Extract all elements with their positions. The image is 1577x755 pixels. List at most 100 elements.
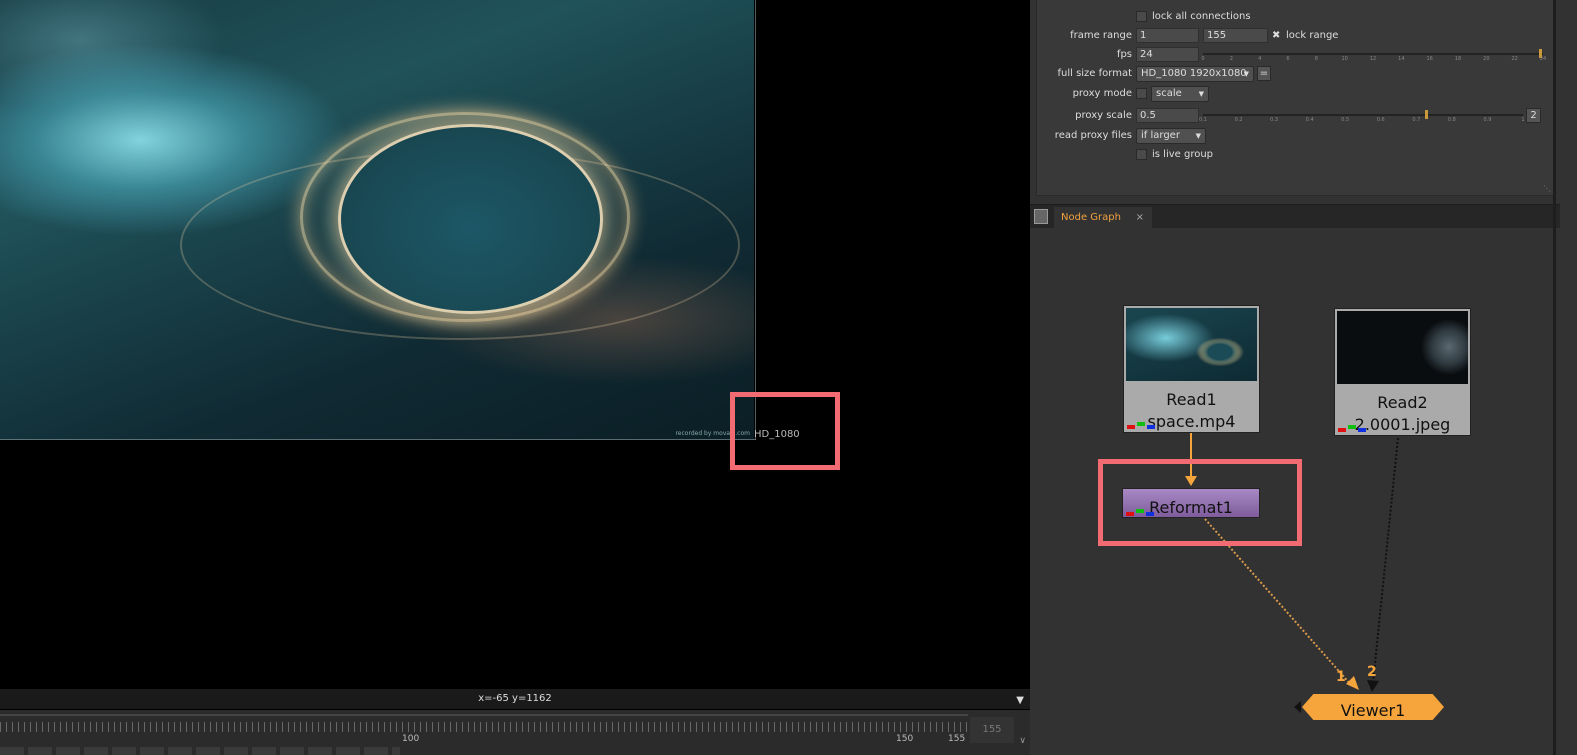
node-read2[interactable]: Read2 2.0001.jpeg: [1334, 308, 1471, 436]
chevron-down-icon: ▼: [1198, 90, 1204, 98]
slider-tick-label: 0.2: [1234, 117, 1243, 123]
row-lock-all-connections: lock all connections: [1037, 8, 1555, 26]
slider-tick-label: 1: [1521, 117, 1525, 123]
slider-tick-label: 0: [1201, 56, 1205, 62]
node-graph-canvas[interactable]: Read1 space.mp4 Read2 2.0001.jpeg Reform…: [1030, 228, 1560, 755]
close-icon[interactable]: ×: [1136, 207, 1144, 229]
chevron-down-icon: ▼: [1195, 132, 1201, 140]
row-read-proxy-files: read proxy files if larger ▼: [1037, 127, 1555, 145]
node-viewer1[interactable]: Viewer1: [1294, 694, 1444, 720]
proxy-mode-checkbox[interactable]: [1136, 88, 1147, 99]
slider-tick-label: 20: [1483, 56, 1490, 62]
channel-green-icon: [1348, 425, 1356, 429]
slider-tick-label: 10: [1341, 56, 1348, 62]
fps-slider[interactable]: [1203, 53, 1543, 55]
viewer-panel[interactable]: recorded by movavi.com HD_1080 x=-65 y=1…: [0, 0, 1030, 755]
channel-red-icon: [1127, 425, 1135, 429]
slider-tick-label: 6: [1286, 56, 1290, 62]
slider-tick-label: 4: [1258, 56, 1262, 62]
fps-input[interactable]: 24: [1136, 47, 1199, 62]
tab-node-graph[interactable]: Node Graph ×: [1054, 207, 1152, 229]
frame-range-end-input[interactable]: 155: [1203, 28, 1268, 43]
slider-tick-label: 0.9: [1483, 117, 1492, 123]
read-proxy-files-label: read proxy files: [1054, 130, 1132, 141]
cursor-coords: x=-65 y=1162: [478, 693, 552, 704]
tab-node-graph-label: Node Graph: [1061, 212, 1121, 223]
right-panel-scrollbar[interactable]: [1553, 0, 1556, 755]
slider-tick-label: 0.6: [1376, 117, 1385, 123]
pane-menu-icon[interactable]: [1034, 209, 1048, 224]
full-size-format-label: full size format: [1057, 68, 1132, 79]
channel-red-icon: [1338, 428, 1346, 432]
fps-label: fps: [1116, 49, 1132, 60]
timeline-label-100: 100: [402, 734, 420, 744]
highlight-box-format: [730, 392, 840, 470]
right-panel: lock all connections frame range 1 155 ✖…: [1030, 0, 1577, 755]
slider-tick-label: 8: [1314, 56, 1318, 62]
lock-range-icon[interactable]: ✖: [1272, 27, 1280, 45]
viewer-menu-arrow-icon[interactable]: ▼: [1016, 691, 1024, 711]
full-size-format-dropdown[interactable]: HD_1080 1920x1080 ▼: [1136, 66, 1254, 82]
read1-thumbnail: [1126, 308, 1257, 381]
slider-tick-label: 14: [1398, 56, 1405, 62]
timeline-label-150: 150: [896, 734, 914, 744]
proxy-scale-slider-handle[interactable]: [1425, 110, 1428, 119]
full-size-format-value: HD_1080 1920x1080: [1141, 68, 1247, 79]
read2-name: Read2: [1377, 393, 1428, 412]
planet: [338, 124, 603, 314]
row-is-live-group: is live group: [1037, 146, 1555, 164]
edge-arrowhead-viewer1-input2: [1367, 680, 1379, 692]
chevron-down-icon: ▼: [1243, 70, 1249, 78]
slider-tick-label: 0.8: [1447, 117, 1456, 123]
slider-tick-label: 0.4: [1305, 117, 1314, 123]
slider-tick-label: 2: [1229, 56, 1233, 62]
read2-thumbnail: [1337, 311, 1468, 384]
timeline[interactable]: 100 150 155 155 ∨: [0, 710, 1030, 755]
channel-blue-icon: [1358, 428, 1366, 432]
format-boundary-bottom: [0, 439, 756, 440]
slider-tick-label: 24: [1539, 56, 1547, 62]
timeline-expand-icon[interactable]: ∨: [1019, 736, 1026, 746]
node-graph-tabbar: Node Graph ×: [1030, 204, 1560, 229]
read1-name: Read1: [1166, 390, 1217, 409]
slider-tick-label: 12: [1369, 56, 1377, 62]
timeline-ticks: [0, 722, 968, 732]
read-proxy-files-value: if larger: [1141, 130, 1180, 141]
timeline-label-155: 155: [948, 734, 966, 744]
edge-arrowhead-viewer1-input1: [1346, 676, 1359, 690]
row-proxy-scale: proxy scale 0.5 0.1 0.2 0.3 0.4 0.5 0.6 0.7 0.8…: [1037, 107, 1555, 125]
proxy-scale-slider[interactable]: [1203, 114, 1523, 116]
lock-all-connections-label: lock all connections: [1152, 11, 1251, 22]
proxy-mode-value: scale: [1156, 88, 1182, 99]
proxy-scale-input[interactable]: 0.5: [1136, 108, 1199, 123]
format-edit-button[interactable]: =: [1257, 66, 1271, 81]
resize-grip-icon[interactable]: ⋱: [1543, 184, 1551, 193]
timeline-controls[interactable]: [0, 747, 400, 755]
slider-tick-label: 0.7: [1412, 117, 1421, 123]
proxy-mode-dropdown[interactable]: scale ▼: [1151, 86, 1209, 102]
timeline-end-frame[interactable]: 155: [970, 717, 1014, 743]
slider-tick-label: 16: [1426, 56, 1433, 62]
is-live-group-label: is live group: [1152, 149, 1214, 160]
node-read1[interactable]: Read1 space.mp4: [1123, 305, 1260, 433]
format-boundary-right: [755, 0, 756, 440]
row-frame-range: frame range 1 155 ✖ lock range: [1037, 27, 1555, 45]
viewer1-input2-label: 2: [1367, 664, 1377, 680]
lock-range-label: lock range: [1286, 30, 1339, 41]
timeline-track[interactable]: [0, 714, 968, 716]
row-proxy-mode: proxy mode scale ▼: [1037, 85, 1555, 103]
lock-all-connections-checkbox[interactable]: [1136, 11, 1147, 22]
viewer1-input-arrow-icon: [1294, 701, 1301, 713]
frame-range-label: frame range: [1070, 30, 1132, 41]
channel-green-icon: [1137, 422, 1145, 426]
row-fps: fps 24 0 2 4 6 8 10 12 14 16 18 20 22 24: [1037, 46, 1555, 64]
viewer1-input1-label: 1: [1336, 669, 1346, 685]
properties-panel: lock all connections frame range 1 155 ✖…: [1036, 0, 1554, 196]
frame-range-start-input[interactable]: 1: [1136, 28, 1199, 43]
read-proxy-files-dropdown[interactable]: if larger ▼: [1136, 128, 1206, 144]
slider-tick-label: 18: [1454, 56, 1462, 62]
is-live-group-checkbox[interactable]: [1136, 149, 1147, 160]
proxy-scale-toggle-button[interactable]: 2: [1526, 108, 1541, 123]
channel-blue-icon: [1147, 425, 1155, 429]
viewer-image: recorded by movavi.com: [0, 0, 754, 440]
